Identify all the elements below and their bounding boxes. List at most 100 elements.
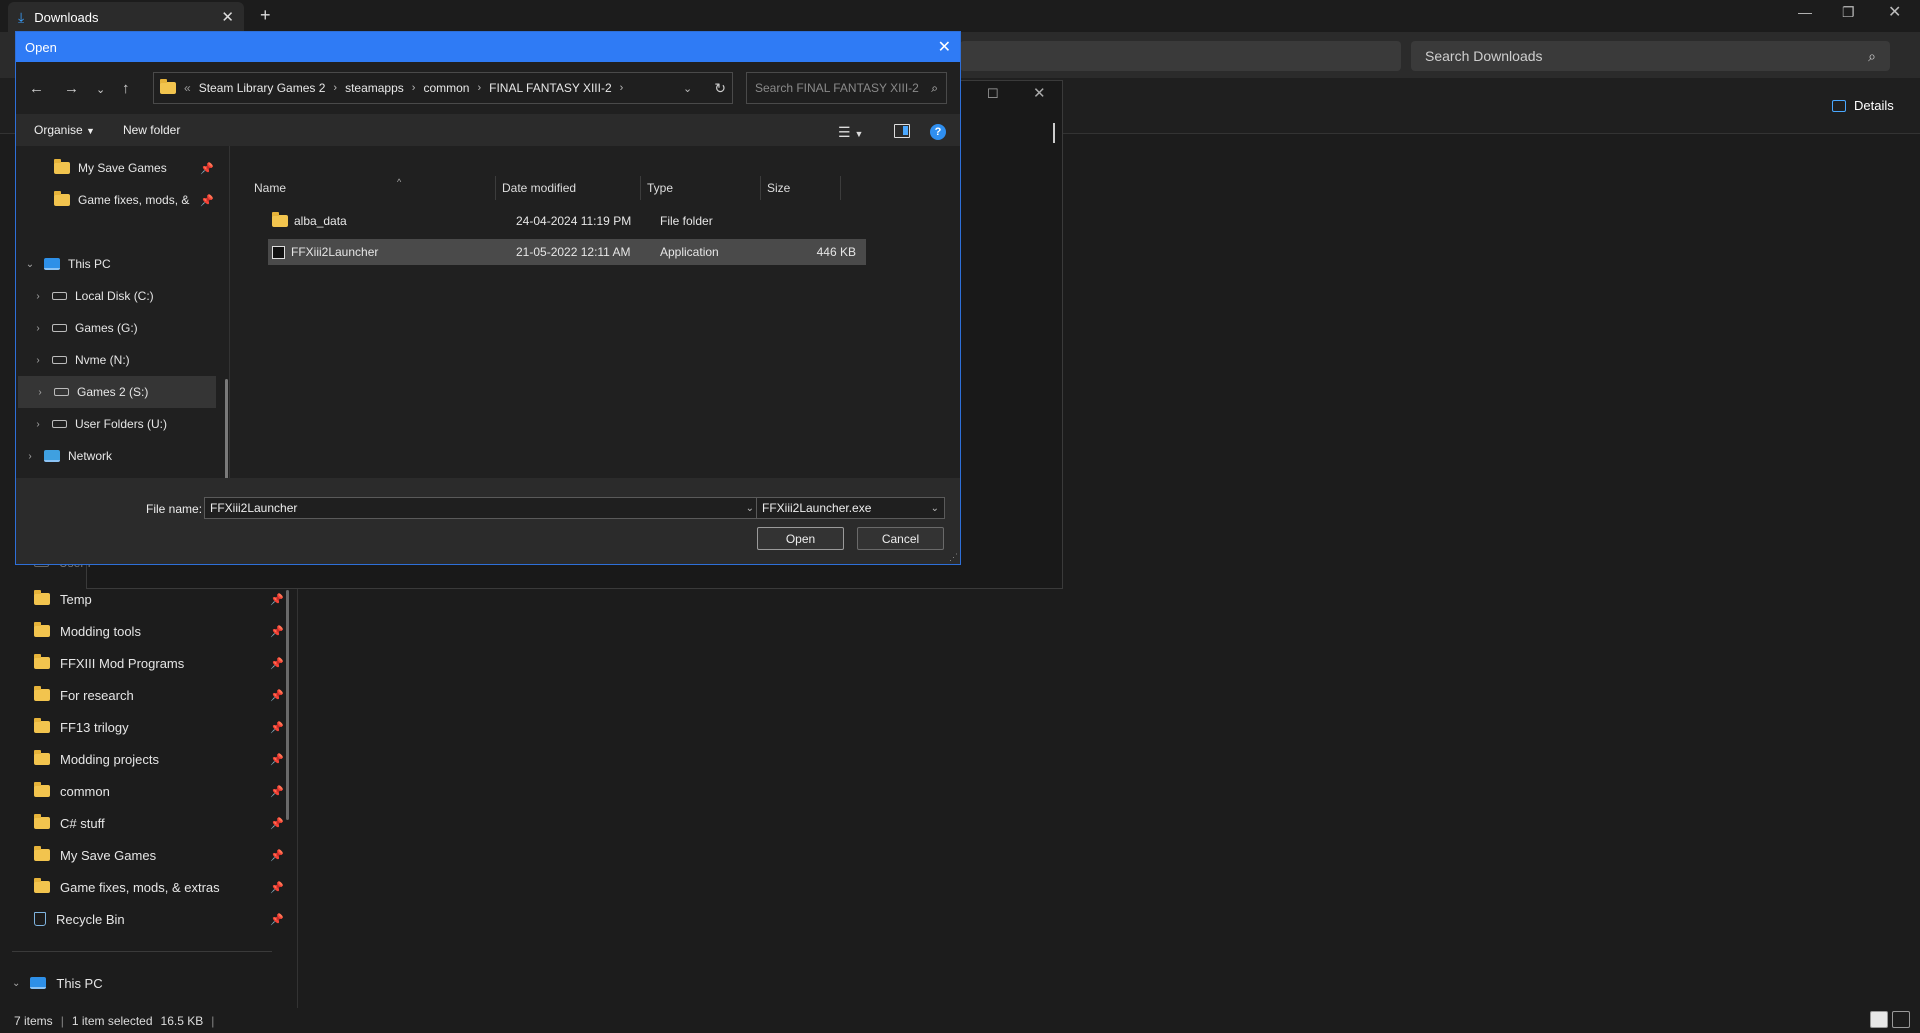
nav-item-my-save-games[interactable]: My Save Games 📌 bbox=[16, 152, 214, 184]
sidebar-item-temp[interactable]: Temp 📌 bbox=[34, 584, 284, 614]
folder-icon bbox=[54, 191, 70, 206]
nav-item-games-2-s[interactable]: › Games 2 (S:) bbox=[18, 376, 216, 408]
folder-icon bbox=[160, 79, 176, 94]
forward-arrow-icon[interactable]: → bbox=[64, 80, 79, 97]
address-history-chevron-icon[interactable]: ⌄ bbox=[683, 82, 692, 95]
tab-downloads[interactable]: ⤓ Downloads ✕ bbox=[8, 2, 244, 32]
chevron-right-icon[interactable]: › bbox=[24, 451, 36, 462]
file-type-select[interactable]: FFXiii2Launcher.exe ⌄ bbox=[756, 497, 945, 519]
chevron-right-icon[interactable]: › bbox=[32, 323, 44, 334]
column-header-date[interactable]: Date modified bbox=[496, 176, 641, 200]
recent-locations-chevron-icon[interactable]: ⌄ bbox=[96, 83, 105, 96]
sidebar-divider bbox=[12, 951, 272, 952]
chevron-right-icon[interactable]: › bbox=[32, 419, 44, 430]
sidebar-item-this-pc[interactable]: ⌄ This PC bbox=[12, 968, 262, 998]
recycle-bin-icon bbox=[34, 912, 46, 926]
chevron-right-icon[interactable]: › bbox=[32, 291, 44, 302]
breadcrumb-item[interactable]: FINAL FANTASY XIII-2 bbox=[489, 81, 611, 95]
chevron-right-icon[interactable]: › bbox=[34, 387, 46, 398]
open-button[interactable]: Open bbox=[757, 527, 844, 550]
text-cursor bbox=[1053, 123, 1055, 143]
minimize-icon[interactable]: — bbox=[1798, 4, 1812, 20]
details-button[interactable]: Details bbox=[1832, 98, 1894, 113]
new-tab-button[interactable]: + bbox=[260, 5, 271, 26]
nav-item-nvme-n[interactable]: › Nvme (N:) bbox=[16, 344, 229, 376]
up-arrow-icon[interactable]: ↑ bbox=[122, 80, 130, 97]
help-icon[interactable]: ? bbox=[930, 124, 946, 140]
chevron-right-icon[interactable]: › bbox=[477, 82, 481, 94]
sidebar-item-for-research[interactable]: For research 📌 bbox=[34, 680, 284, 710]
chevron-right-icon[interactable]: › bbox=[32, 355, 44, 366]
new-folder-button[interactable]: New folder bbox=[123, 123, 180, 137]
file-date: 24-04-2024 11:19 PM bbox=[516, 214, 632, 228]
status-bar: 7 items | 1 item selected 16.5 KB | bbox=[0, 1008, 1920, 1033]
search-downloads-input[interactable]: Search Downloads ⌕ bbox=[1411, 41, 1890, 71]
download-icon: ⤓ bbox=[18, 8, 25, 25]
column-header-name[interactable]: Name bbox=[248, 176, 496, 200]
file-name-input[interactable]: FFXiii2Launcher ⌄ bbox=[204, 497, 760, 519]
tiles-view-icon[interactable] bbox=[1892, 1011, 1910, 1028]
sidebar-item-modding-projects[interactable]: Modding projects 📌 bbox=[34, 744, 284, 774]
resize-grip-icon[interactable]: ⋰ bbox=[949, 552, 958, 563]
breadcrumb-item[interactable]: steamapps bbox=[345, 81, 404, 95]
file-row-selected[interactable]: FFXiii2Launcher 21-05-2022 12:11 AM Appl… bbox=[268, 239, 866, 265]
sidebar-item-recycle-bin[interactable]: Recycle Bin 📌 bbox=[34, 904, 284, 934]
maximize-icon[interactable]: ☐ bbox=[987, 86, 999, 102]
cancel-button[interactable]: Cancel bbox=[857, 527, 944, 550]
chevron-right-icon[interactable]: › bbox=[620, 82, 624, 94]
details-view-icon[interactable] bbox=[1870, 1011, 1888, 1028]
breadcrumb-item[interactable]: common bbox=[423, 81, 469, 95]
close-tab-icon[interactable]: ✕ bbox=[221, 8, 234, 26]
breadcrumb[interactable]: « Steam Library Games 2 › steamapps › co… bbox=[153, 72, 733, 104]
sidebar-item-my-save-games[interactable]: My Save Games 📌 bbox=[34, 840, 284, 870]
folder-icon bbox=[34, 654, 50, 669]
sidebar-item-csharp-stuff[interactable]: C# stuff 📌 bbox=[34, 808, 284, 838]
pin-icon: 📌 bbox=[270, 785, 284, 798]
nav-item-game-fixes[interactable]: Game fixes, mods, & ext 📌 bbox=[16, 184, 214, 216]
sidebar-item-modding-tools[interactable]: Modding tools 📌 bbox=[34, 616, 284, 646]
file-row[interactable]: alba_data 24-04-2024 11:19 PM File folde… bbox=[268, 208, 866, 234]
chevron-down-icon: ⌄ bbox=[930, 502, 939, 514]
close-icon[interactable]: ✕ bbox=[1033, 84, 1046, 102]
column-header-size[interactable]: Size bbox=[761, 176, 841, 200]
pin-icon: 📌 bbox=[270, 849, 284, 862]
organise-button[interactable]: Organise ▼ bbox=[34, 123, 95, 137]
pin-icon: 📌 bbox=[270, 593, 284, 606]
nav-item-local-disk-c[interactable]: › Local Disk (C:) bbox=[16, 280, 229, 312]
nav-item-this-pc[interactable]: ⌄ This PC bbox=[16, 248, 229, 280]
close-icon[interactable]: ✕ bbox=[938, 37, 951, 57]
column-header-type[interactable]: Type bbox=[641, 176, 761, 200]
close-window-icon[interactable]: ✕ bbox=[1888, 2, 1901, 22]
open-dialog: Open ✕ ← → ⌄ ↑ « Steam Library Games 2 ›… bbox=[15, 31, 961, 565]
pin-icon: 📌 bbox=[200, 194, 214, 207]
back-arrow-icon[interactable]: ← bbox=[29, 80, 44, 97]
breadcrumb-item[interactable]: Steam Library Games 2 bbox=[199, 81, 326, 95]
file-type: Application bbox=[660, 245, 719, 259]
change-view-icon[interactable]: ☰ ▼ bbox=[838, 124, 863, 141]
sidebar-scrollbar[interactable] bbox=[286, 590, 289, 820]
pin-icon: 📌 bbox=[270, 625, 284, 638]
pin-icon: 📌 bbox=[270, 881, 284, 894]
sidebar-item-game-fixes[interactable]: Game fixes, mods, & extras 📌 bbox=[34, 872, 284, 902]
chevron-down-icon[interactable]: ⌄ bbox=[24, 259, 36, 270]
pc-icon bbox=[30, 977, 47, 989]
breadcrumb-overflow[interactable]: « bbox=[184, 81, 191, 95]
preview-pane-icon[interactable] bbox=[894, 124, 910, 138]
folder-icon bbox=[34, 750, 50, 765]
chevron-down-icon[interactable]: ⌄ bbox=[746, 503, 754, 514]
chevron-right-icon[interactable]: › bbox=[412, 82, 416, 94]
restore-icon[interactable]: ❐ bbox=[1842, 4, 1855, 21]
nav-item-user-folders-u[interactable]: › User Folders (U:) bbox=[16, 408, 229, 440]
sidebar-item-common[interactable]: common 📌 bbox=[34, 776, 284, 806]
sidebar-item-ff13-trilogy[interactable]: FF13 trilogy 📌 bbox=[34, 712, 284, 742]
selected-count: 1 item selected bbox=[71, 1013, 153, 1028]
nav-item-network[interactable]: › Network bbox=[16, 440, 229, 472]
refresh-icon[interactable]: ↻ bbox=[714, 80, 726, 97]
nav-item-games-g[interactable]: › Games (G:) bbox=[16, 312, 229, 344]
chevron-right-icon[interactable]: › bbox=[333, 82, 337, 94]
dialog-search-input[interactable]: Search FINAL FANTASY XIII-2 ⌕ bbox=[746, 72, 947, 104]
selected-size: 16.5 KB bbox=[160, 1013, 204, 1028]
address-field[interactable] bbox=[960, 41, 1401, 71]
sidebar-item-ffxiii-mod-programs[interactable]: FFXIII Mod Programs 📌 bbox=[34, 648, 284, 678]
drive-icon bbox=[52, 324, 67, 332]
